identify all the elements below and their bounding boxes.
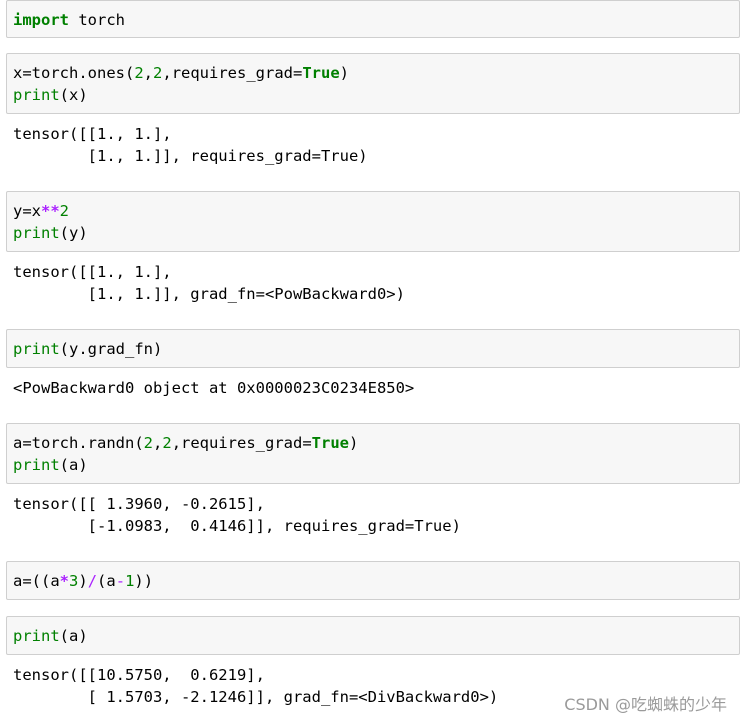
code-cell-3-input[interactable]: y=x**2 print(y)	[6, 191, 740, 252]
code-line: x=torch.ones(2,2,requires_grad=True)	[13, 62, 733, 84]
code-token: print	[13, 224, 60, 242]
code-token: )	[349, 434, 359, 452]
output-line: [-1.0983, 0.4146]], requires_grad=True)	[13, 517, 461, 535]
code-token: a=((a	[13, 572, 60, 590]
output-line: [1., 1.]], requires_grad=True)	[13, 147, 368, 165]
code-cell-2-input[interactable]: x=torch.ones(2,2,requires_grad=True) pri…	[6, 53, 740, 114]
output-line: tensor([[ 1.3960, -0.2615],	[13, 495, 265, 513]
code-line: a=torch.randn(2,2,requires_grad=True)	[13, 432, 733, 454]
code-token: -	[115, 572, 126, 590]
code-token: (y)	[59, 224, 88, 242]
code-token: a=torch.randn(	[13, 434, 144, 452]
cell-2-output: tensor([[1., 1.], [1., 1.]], requires_gr…	[13, 123, 368, 167]
cell-7-output: tensor([[10.5750, 0.6219], [ 1.5703, -2.…	[13, 664, 498, 708]
code-token: 2	[59, 202, 70, 220]
code-line: print(x)	[13, 84, 733, 106]
code-token: ,requires_grad=	[162, 64, 303, 82]
code-line: a=((a*3)/(a-1))	[13, 570, 733, 592]
code-line: print(a)	[13, 454, 733, 476]
output-line: [1., 1.]], grad_fn=<PowBackward0>)	[13, 285, 405, 303]
code-cell-5-input[interactable]: a=torch.randn(2,2,requires_grad=True) pr…	[6, 423, 740, 484]
code-token: (y.grad_fn)	[59, 340, 163, 358]
code-line: import torch	[13, 9, 733, 31]
code-token: True	[302, 64, 340, 82]
code-token: True	[311, 434, 349, 452]
code-token: ,requires_grad=	[171, 434, 312, 452]
code-token: ,	[143, 64, 154, 82]
code-token: *	[59, 572, 70, 590]
code-token: 2	[143, 434, 153, 452]
output-line: tensor([[10.5750, 0.6219],	[13, 666, 265, 684]
watermark-text: CSDN @吃蜘蛛的少年	[564, 695, 727, 714]
code-cell-6-input[interactable]: a=((a*3)/(a-1))	[6, 561, 740, 600]
code-line: print(y)	[13, 222, 733, 244]
output-line: tensor([[1., 1.],	[13, 125, 172, 143]
output-line: <PowBackward0 object at 0x0000023C0234E8…	[13, 379, 415, 397]
code-line: y=x**2	[13, 200, 733, 222]
code-token: print	[13, 456, 60, 474]
code-token: (x)	[59, 86, 88, 104]
code-cell-4-input[interactable]: print(y.grad_fn)	[6, 329, 740, 368]
code-token: import	[13, 11, 69, 29]
code-token: print	[13, 627, 60, 645]
code-token: ))	[134, 572, 154, 590]
code-token: 2	[153, 64, 163, 82]
code-token: )	[339, 64, 350, 82]
output-line: [ 1.5703, -2.1246]], grad_fn=<DivBackwar…	[13, 688, 499, 706]
code-line: print(y.grad_fn)	[13, 338, 733, 360]
code-cell-1-input[interactable]: import torch	[6, 0, 740, 38]
code-token: y=x	[13, 202, 41, 220]
code-token: 2	[162, 434, 172, 452]
code-token: 2	[134, 64, 144, 82]
cell-5-output: tensor([[ 1.3960, -0.2615], [-1.0983, 0.…	[13, 493, 461, 537]
code-line: print(a)	[13, 625, 733, 647]
code-token: x=torch.ones(	[13, 64, 135, 82]
code-token: ,	[153, 434, 163, 452]
code-token: (a)	[59, 456, 88, 474]
code-token: /	[87, 572, 98, 590]
code-token: 1	[125, 572, 135, 590]
code-token: )	[78, 572, 88, 590]
code-cell-7-input[interactable]: print(a)	[6, 616, 740, 655]
code-token: torch	[69, 11, 125, 29]
output-line: tensor([[1., 1.],	[13, 263, 172, 281]
code-token: print	[13, 340, 60, 358]
code-token: **	[41, 202, 60, 220]
cell-4-output: <PowBackward0 object at 0x0000023C0234E8…	[13, 377, 414, 399]
code-token: 3	[69, 572, 79, 590]
cell-3-output: tensor([[1., 1.], [1., 1.]], grad_fn=<Po…	[13, 261, 405, 305]
code-token: (a)	[59, 627, 88, 645]
code-token: (a	[97, 572, 116, 590]
code-token: print	[13, 86, 60, 104]
